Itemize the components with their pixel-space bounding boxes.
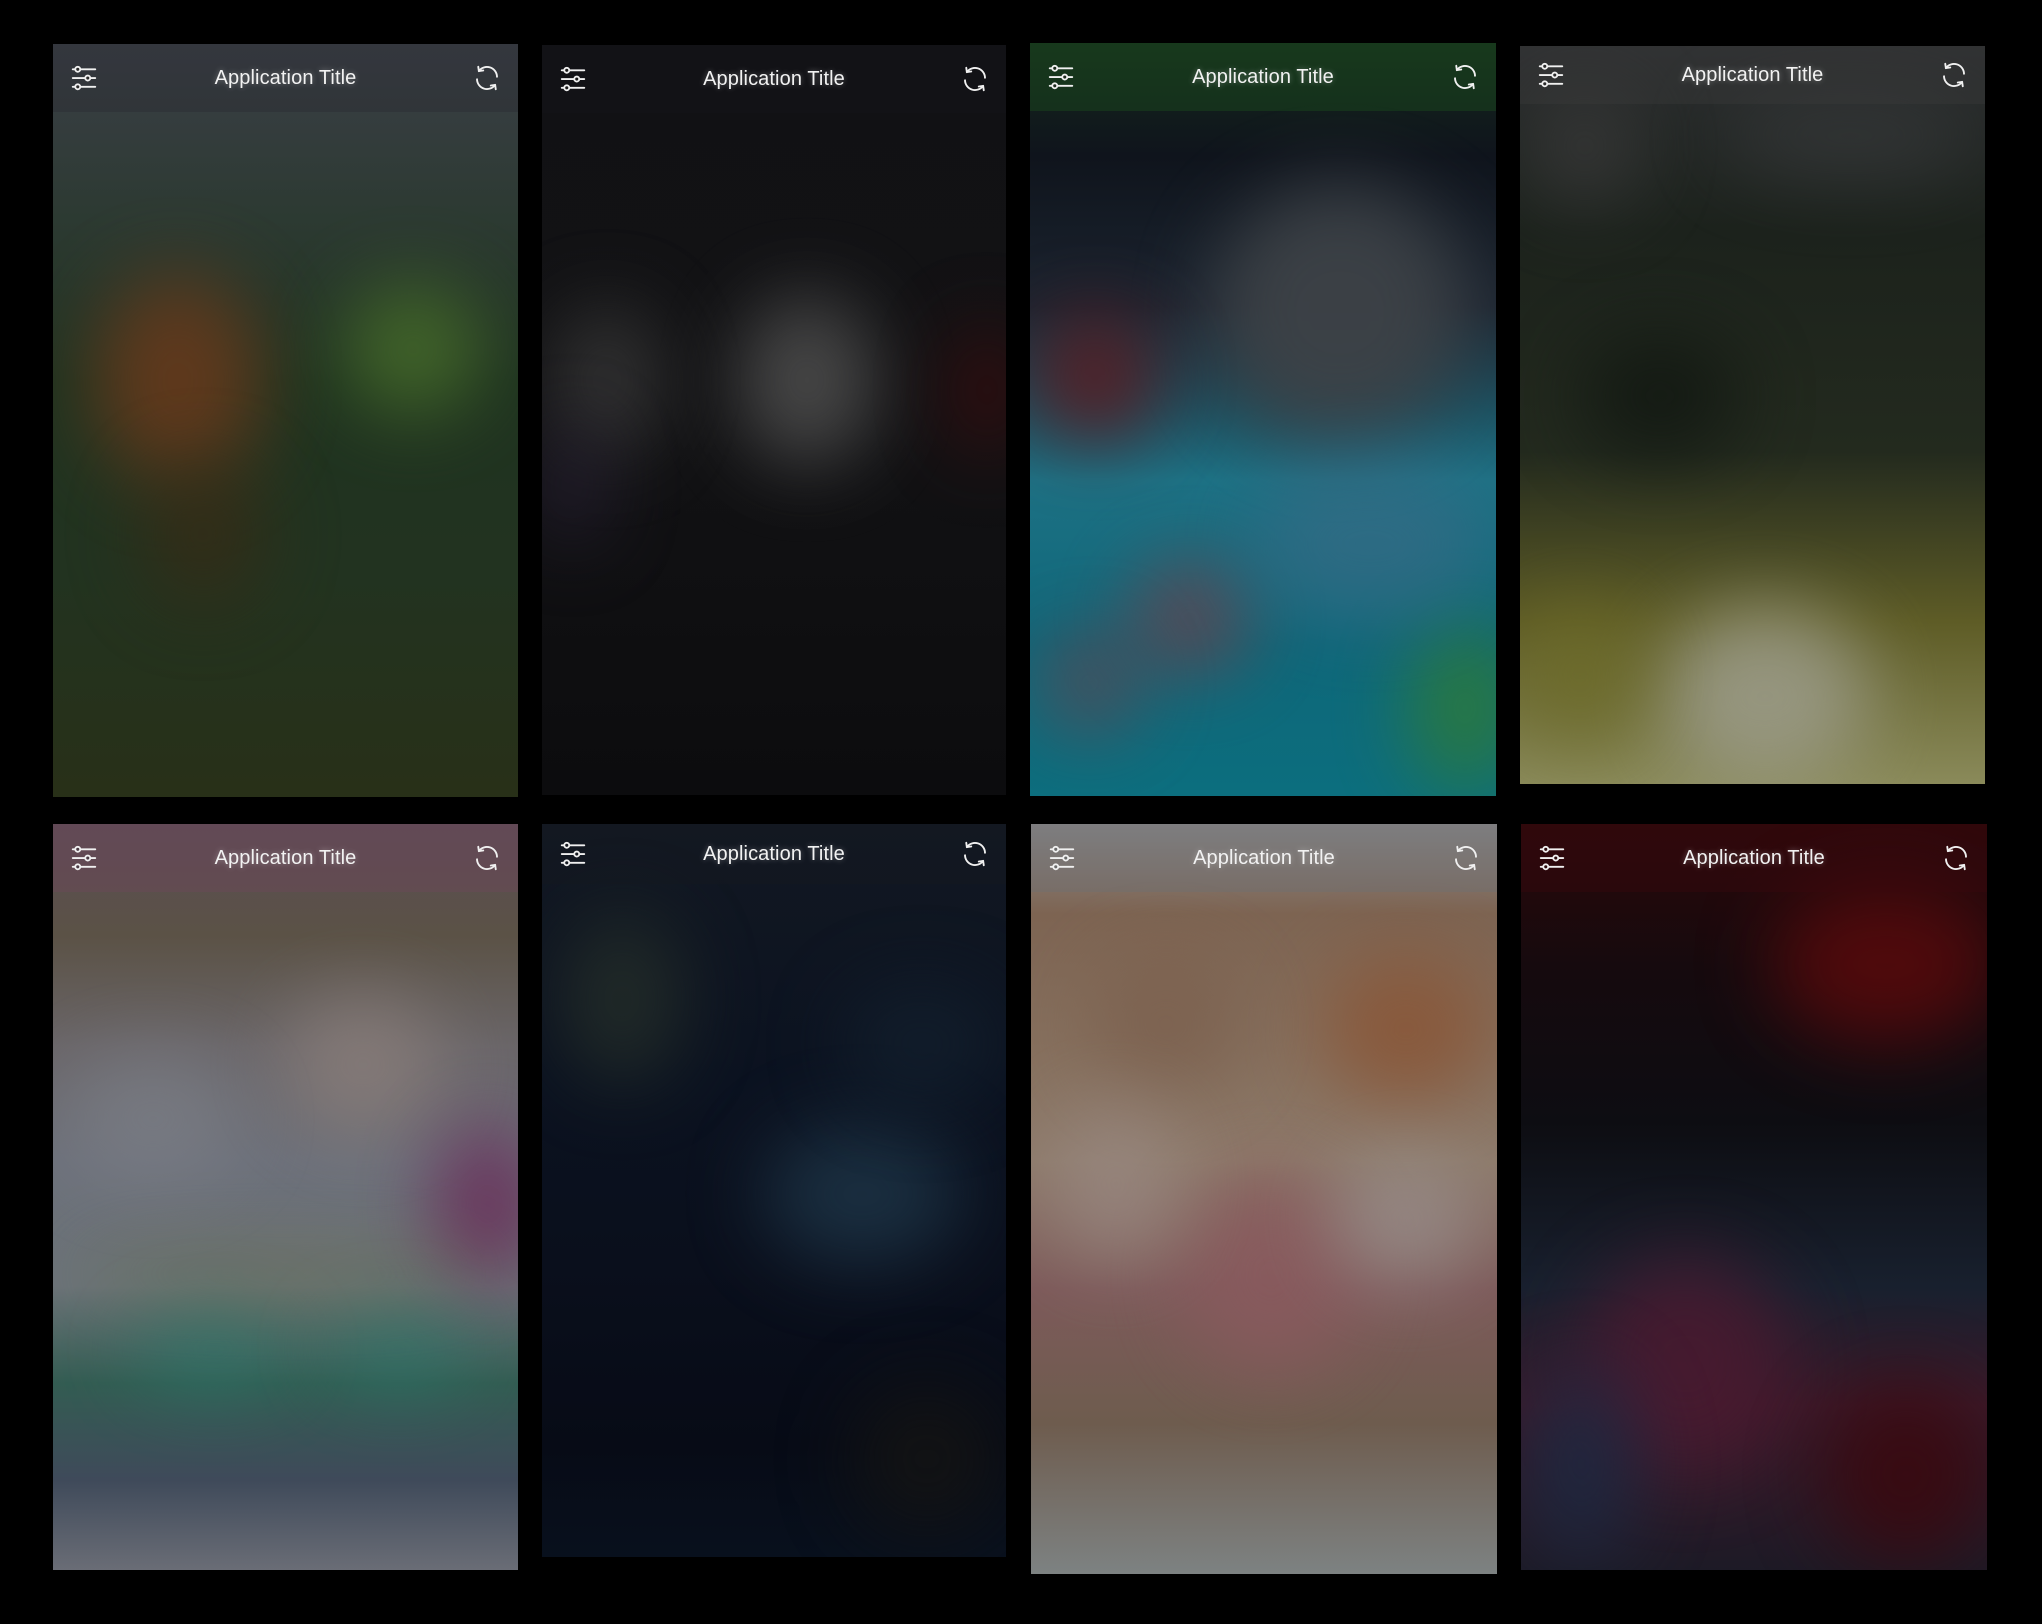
blurred-shape (542, 425, 602, 545)
blurred-shape (1051, 1104, 1181, 1264)
app-title: Application Title (1192, 65, 1334, 88)
top-bar: Application Title (542, 45, 1006, 113)
blurred-shape (143, 464, 263, 604)
refresh-icon[interactable] (1449, 841, 1483, 875)
sliders-icon[interactable] (1535, 841, 1569, 875)
sliders-icon[interactable] (67, 841, 101, 875)
refresh-icon[interactable] (1937, 58, 1971, 92)
refresh-icon[interactable] (958, 837, 992, 871)
blurred-shape (1091, 954, 1241, 1094)
app-screen-8: Application Title (1521, 824, 1987, 1570)
top-bar: Application Title (53, 44, 518, 112)
app-title: Application Title (703, 842, 845, 865)
blurred-shape (1720, 96, 1980, 176)
refresh-icon[interactable] (470, 841, 504, 875)
top-bar: Application Title (1031, 824, 1497, 892)
sliders-icon[interactable] (1534, 58, 1568, 92)
app-title: Application Title (1683, 846, 1825, 869)
blurred-shape (762, 1124, 962, 1264)
refresh-icon[interactable] (958, 62, 992, 96)
blurred-shape (1821, 1384, 1987, 1564)
blurred-shape (73, 1254, 493, 1294)
blurred-shape (1580, 336, 1740, 456)
blurred-shape (93, 274, 263, 484)
top-bar: Application Title (1521, 824, 1987, 892)
top-bar: Application Title (1030, 43, 1496, 111)
app-title: Application Title (703, 67, 845, 90)
app-screen-3: Application Title (1030, 43, 1496, 796)
sliders-icon[interactable] (556, 837, 590, 871)
blurred-shape (1771, 884, 1987, 1044)
sliders-icon[interactable] (67, 61, 101, 95)
refresh-icon[interactable] (1448, 60, 1482, 94)
app-screen-5: Application Title (53, 824, 518, 1570)
blurred-shape (343, 284, 483, 414)
blurred-shape (323, 1314, 473, 1384)
sliders-icon[interactable] (556, 62, 590, 96)
sliders-icon[interactable] (1045, 841, 1079, 875)
app-screen-2: Application Title (542, 45, 1006, 795)
blurred-shape (1130, 563, 1250, 673)
blurred-shape (133, 1314, 293, 1384)
blurred-shape (1321, 954, 1491, 1104)
blurred-shape (562, 914, 682, 1084)
blurred-shape (737, 295, 877, 465)
app-title: Application Title (214, 66, 357, 89)
blurred-shape (1210, 183, 1470, 443)
blurred-shape (63, 1054, 243, 1184)
blurred-shape (1520, 606, 1640, 746)
app-title: Application Title (1681, 63, 1824, 86)
blurred-shape (852, 1384, 1002, 1534)
sliders-icon[interactable] (1044, 60, 1078, 94)
blurred-shape (1250, 463, 1490, 623)
top-bar: Application Title (542, 824, 1006, 884)
blurred-shape (1530, 86, 1640, 206)
top-bar: Application Title (53, 824, 518, 892)
blurred-shape (1521, 1364, 1641, 1564)
app-title: Application Title (1193, 846, 1335, 869)
app-screen-4: Application Title (1520, 46, 1985, 784)
app-screen-1: Application Title (53, 44, 518, 797)
app-screen-6: Application Title (542, 824, 1006, 1557)
blurred-shape (1660, 606, 1870, 784)
refresh-icon[interactable] (1939, 841, 1973, 875)
app-title: Application Title (214, 846, 357, 869)
blurred-shape (1040, 633, 1140, 733)
app-screen-7: Application Title (1031, 824, 1497, 1574)
blurred-shape (283, 994, 443, 1134)
blurred-shape (1331, 1154, 1481, 1284)
refresh-icon[interactable] (470, 61, 504, 95)
top-bar: Application Title (1520, 46, 1985, 104)
blurred-shape (1030, 313, 1160, 443)
blurred-shape (842, 984, 1002, 1104)
